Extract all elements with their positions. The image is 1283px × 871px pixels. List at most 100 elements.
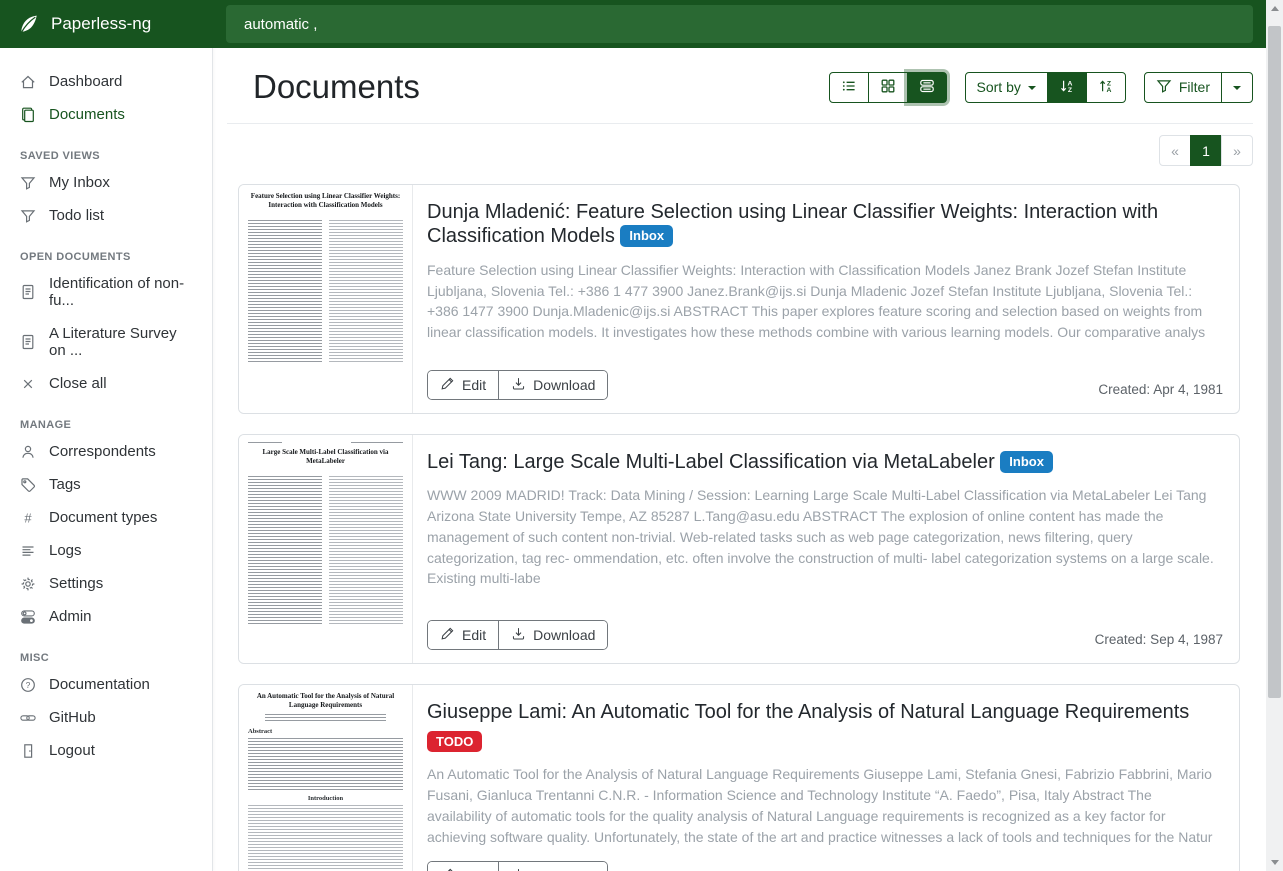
- document-title-link[interactable]: Lei Tang: Large Scale Multi-Label Classi…: [427, 451, 995, 473]
- main-content: Documents Sort by AZ: [214, 48, 1266, 871]
- door-icon: [20, 743, 36, 759]
- filter-controls: Filter: [1144, 72, 1253, 103]
- text-lines-icon: [20, 543, 36, 559]
- document-title-link[interactable]: Giuseppe Lami: An Automatic Tool for the…: [427, 701, 1189, 723]
- sidebar-item-label: Identification of non-fu...: [49, 275, 192, 309]
- pagination-prev[interactable]: «: [1159, 135, 1191, 166]
- tag-badge-inbox[interactable]: Inbox: [620, 225, 673, 247]
- thumbnail-title: Large Scale Multi-Label Classification v…: [248, 448, 403, 466]
- document-card: Large Scale Multi-Label Classification v…: [238, 434, 1240, 664]
- sidebar-item-my-inbox[interactable]: My Inbox: [0, 166, 212, 199]
- edit-button[interactable]: Edit: [428, 621, 498, 649]
- card-actions: Edit Download: [427, 620, 608, 650]
- sidebar-item-correspondents[interactable]: Correspondents: [0, 435, 212, 468]
- document-title-link[interactable]: Dunja Mladenić: Feature Selection using …: [427, 201, 1158, 247]
- page-title: Documents: [253, 68, 420, 106]
- close-icon: [20, 376, 36, 392]
- thumbnail-section-label: Introduction: [248, 795, 403, 802]
- pencil-icon: [440, 867, 455, 871]
- document-card: An Automatic Tool for the Analysis of Na…: [238, 684, 1240, 871]
- sidebar-item-logout[interactable]: Logout: [0, 734, 212, 767]
- view-small-cards-button[interactable]: [868, 72, 908, 103]
- filter-label: Filter: [1179, 79, 1210, 95]
- chevron-down-icon: [1233, 86, 1241, 90]
- sidebar-item-label: Document types: [49, 509, 157, 526]
- sort-controls: Sort by AZ ZA: [965, 72, 1126, 103]
- sidebar-item-open-doc-2[interactable]: A Literature Survey on ...: [0, 317, 212, 367]
- sort-alpha-up-icon: ZA: [1098, 78, 1114, 97]
- sidebar-item-documentation[interactable]: ? Documentation: [0, 668, 212, 701]
- document-thumbnail[interactable]: Feature Selection using Linear Classifie…: [239, 185, 413, 413]
- document-thumbnail[interactable]: Large Scale Multi-Label Classification v…: [239, 435, 413, 663]
- sidebar-item-label: Logs: [49, 542, 82, 559]
- header-divider: [227, 123, 1253, 124]
- document-preview-text: WWW 2009 MADRID! Track: Data Mining / Se…: [427, 485, 1219, 589]
- tag-icon: [20, 477, 36, 493]
- question-circle-icon: ?: [20, 677, 36, 693]
- tag-badge-inbox[interactable]: Inbox: [1000, 451, 1053, 473]
- brand-link[interactable]: Paperless-ng: [0, 0, 213, 48]
- brand-label: Paperless-ng: [51, 14, 151, 34]
- grid-view-icon: [880, 78, 896, 97]
- sidebar-item-dashboard[interactable]: Dashboard: [0, 65, 212, 98]
- edit-button[interactable]: Edit: [428, 371, 498, 399]
- document-thumbnail[interactable]: An Automatic Tool for the Analysis of Na…: [239, 685, 413, 871]
- gear-icon: [20, 576, 36, 592]
- pencil-icon: [440, 376, 455, 394]
- sidebar-item-settings[interactable]: Settings: [0, 567, 212, 600]
- download-button[interactable]: Download: [498, 862, 607, 871]
- sort-ascending-button[interactable]: ZA: [1086, 72, 1126, 103]
- sidebar-item-label: Settings: [49, 575, 103, 592]
- filter-button[interactable]: Filter: [1144, 72, 1222, 103]
- tag-badge-todo[interactable]: TODO: [427, 731, 482, 752]
- sidebar-item-close-all[interactable]: Close all: [0, 367, 212, 400]
- edit-button[interactable]: Edit: [428, 862, 498, 871]
- search-input[interactable]: [226, 5, 1253, 43]
- thumbnail-body: [248, 476, 403, 624]
- sidebar-item-tags[interactable]: Tags: [0, 468, 212, 501]
- sidebar-item-document-types[interactable]: # Document types: [0, 501, 212, 534]
- sort-by-dropdown-button[interactable]: Sort by: [965, 72, 1048, 103]
- pagination-page-1[interactable]: 1: [1190, 135, 1222, 166]
- sidebar-item-github[interactable]: GitHub: [0, 701, 212, 734]
- sidebar-item-label: Tags: [49, 476, 81, 493]
- sort-descending-button[interactable]: AZ: [1047, 72, 1087, 103]
- view-table-button[interactable]: [829, 72, 869, 103]
- download-button[interactable]: Download: [498, 621, 607, 649]
- created-date: Created: Sep 4, 1987: [1095, 632, 1223, 647]
- document-card-body: Dunja Mladenić: Feature Selection using …: [413, 185, 1239, 413]
- sidebar-item-label: A Literature Survey on ...: [49, 325, 192, 359]
- page-scrollbar: [1266, 0, 1283, 871]
- sidebar-item-logs[interactable]: Logs: [0, 534, 212, 567]
- pagination: « 1 »: [1159, 135, 1253, 166]
- files-icon: [20, 107, 36, 123]
- list-view-icon: [841, 78, 857, 97]
- house-icon: [20, 74, 36, 90]
- document-preview-text: Feature Selection using Linear Classifie…: [427, 260, 1219, 343]
- view-large-cards-button[interactable]: [907, 72, 947, 103]
- toggles-icon: [20, 609, 36, 625]
- pagination-next[interactable]: »: [1221, 135, 1253, 166]
- search-bar: [213, 0, 1266, 48]
- document-card-body: Giuseppe Lami: An Automatic Tool for the…: [413, 685, 1239, 871]
- svg-text:A: A: [1106, 87, 1111, 94]
- scrollbar-thumb[interactable]: [1268, 26, 1281, 698]
- sidebar-item-open-doc-1[interactable]: Identification of non-fu...: [0, 267, 212, 317]
- download-button[interactable]: Download: [498, 371, 607, 399]
- sidebar-item-label: GitHub: [49, 709, 96, 726]
- scrollbar-down-arrow[interactable]: [1266, 854, 1283, 871]
- filter-dropdown-toggle[interactable]: [1221, 72, 1253, 103]
- sidebar-section-open-documents: OPEN DOCUMENTS: [0, 251, 212, 263]
- scrollbar-up-arrow[interactable]: [1266, 0, 1283, 17]
- sidebar-section-saved-views: SAVED VIEWS: [0, 150, 212, 162]
- sidebar-item-admin[interactable]: Admin: [0, 600, 212, 633]
- detail-view-icon: [919, 78, 935, 97]
- document-preview-text: An Automatic Tool for the Analysis of Na…: [427, 764, 1219, 847]
- sidebar-item-documents[interactable]: Documents: [0, 98, 212, 131]
- top-navbar: Paperless-ng: [0, 0, 1266, 48]
- thumbnail-header: [248, 442, 403, 445]
- person-icon: [20, 444, 36, 460]
- sidebar-item-todo-list[interactable]: Todo list: [0, 199, 212, 232]
- hash-icon: #: [20, 510, 36, 526]
- view-switcher: [829, 72, 947, 103]
